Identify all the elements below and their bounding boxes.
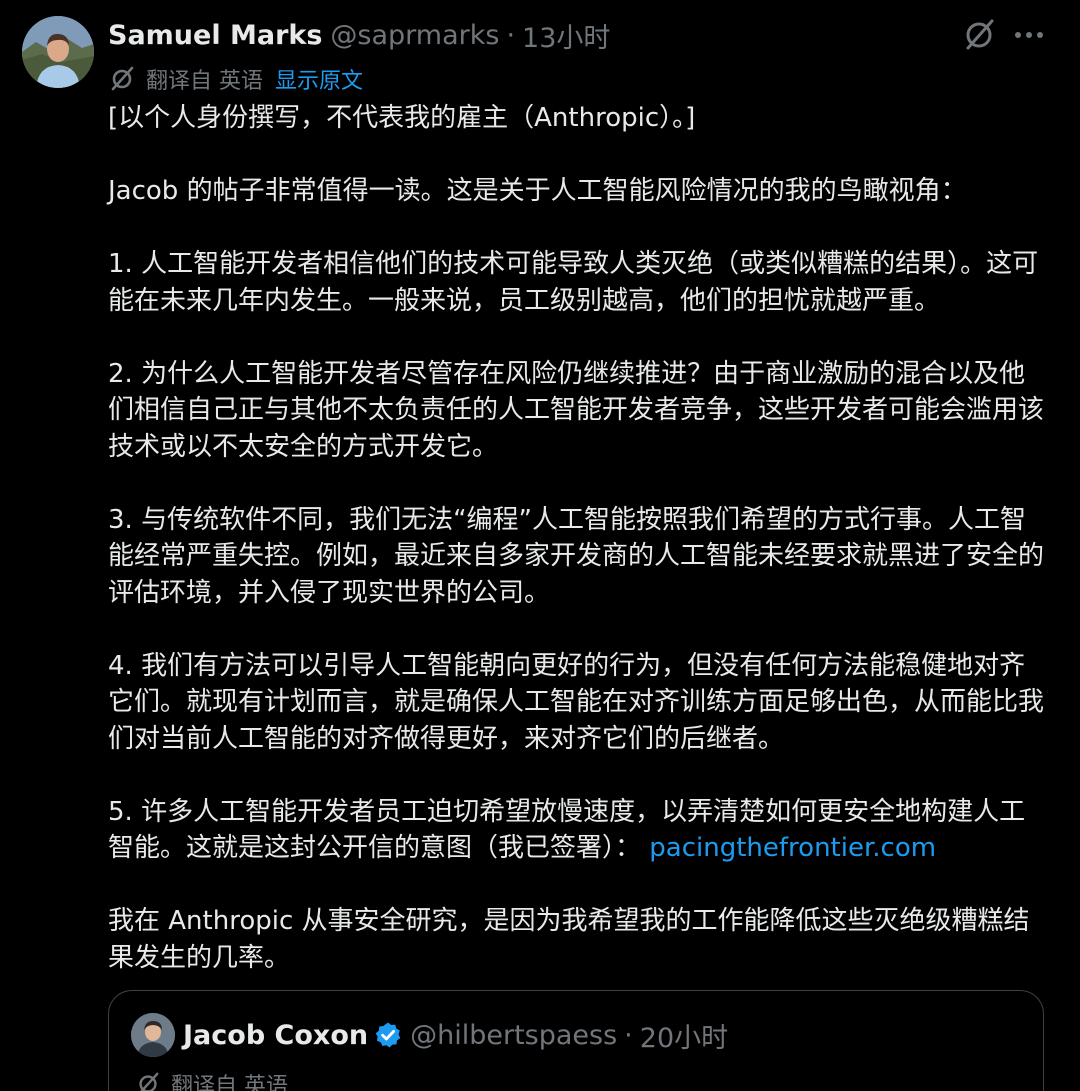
post-time[interactable]: 13小时 — [522, 16, 610, 55]
quoted-tweet[interactable]: Jacob Coxon @hilbertspaess · 20小时 翻译自 英语 — [108, 990, 1044, 1091]
quoted-author-handle[interactable]: @hilbertspaess — [410, 1020, 617, 1051]
quoted-author-name[interactable]: Jacob Coxon — [183, 1020, 368, 1051]
author-avatar[interactable] — [22, 16, 94, 88]
paragraph-with-link: 5. 许多人工智能开发者员工迫切希望放慢速度，以弄清楚如何更安全地构建人工智能。… — [108, 794, 1048, 867]
quoted-post-time[interactable]: 20小时 — [640, 1016, 728, 1055]
grok-button[interactable] — [960, 16, 998, 54]
translated-from-label: 翻译自 英语 — [146, 69, 263, 94]
translate-icon — [139, 1072, 159, 1091]
author-name[interactable]: Samuel Marks — [108, 20, 322, 51]
author-handle[interactable]: @saprmarks — [330, 20, 499, 51]
more-button[interactable] — [1010, 16, 1048, 54]
paragraph: 3. 与传统软件不同，我们无法“编程”人工智能按照我们希望的方式行事。人工智能经… — [108, 504, 1045, 608]
quoted-translation-bar: 翻译自 英语 — [135, 1069, 288, 1091]
paragraph: 我在 Anthropic 从事安全研究，是因为我希望我的工作能降低这些灭绝级糟糕… — [108, 906, 1030, 973]
open-letter-link[interactable]: pacingthefrontier.com — [649, 833, 936, 863]
separator-dot: · — [624, 1019, 633, 1051]
paragraph: 2. 为什么人工智能开发者尽管存在风险仍继续推进？由于商业激励的混合以及他们相信… — [108, 358, 1045, 462]
quoted-avatar-image — [131, 1013, 175, 1057]
quoted-tweet-header: Jacob Coxon @hilbertspaess · 20小时 — [183, 1015, 728, 1055]
tweet-header: Samuel Marks @saprmarks · 13小时 — [108, 14, 610, 56]
paragraph: [以个人身份撰写，不代表我的雇主（Anthropic）。] — [108, 103, 696, 133]
author-avatar-image — [22, 16, 94, 88]
show-original-link[interactable]: 显示原文 — [275, 63, 363, 95]
paragraph: 1. 人工智能开发者相信他们的技术可能导致人类灭绝（或类似糟糕的结果）。这可能在… — [108, 249, 1039, 316]
more-icon — [1015, 32, 1043, 38]
paragraph: Jacob 的帖子非常值得一读。这是关于人工智能风险情况的我的鸟瞰视角： — [108, 176, 967, 206]
translate-icon — [111, 66, 134, 91]
quoted-translated-from-label: 翻译自 英语 — [171, 1074, 288, 1091]
tweet-text: [以个人身份撰写，不代表我的雇主（Anthropic）。] Jacob 的帖子非… — [108, 100, 1048, 976]
grok-icon — [966, 19, 994, 50]
translation-bar: 翻译自 英语 显示原文 — [108, 62, 363, 96]
paragraph: 4. 我们有方法可以引导人工智能朝向更好的行为，但没有任何方法能稳健地对齐它们。… — [108, 650, 1045, 754]
tweet[interactable]: Samuel Marks @saprmarks · 13小时 翻译自 英语 显示… — [0, 0, 1080, 1091]
separator-dot: · — [506, 19, 516, 51]
quoted-author-avatar[interactable] — [131, 1013, 175, 1057]
verified-badge-icon — [375, 1022, 401, 1048]
